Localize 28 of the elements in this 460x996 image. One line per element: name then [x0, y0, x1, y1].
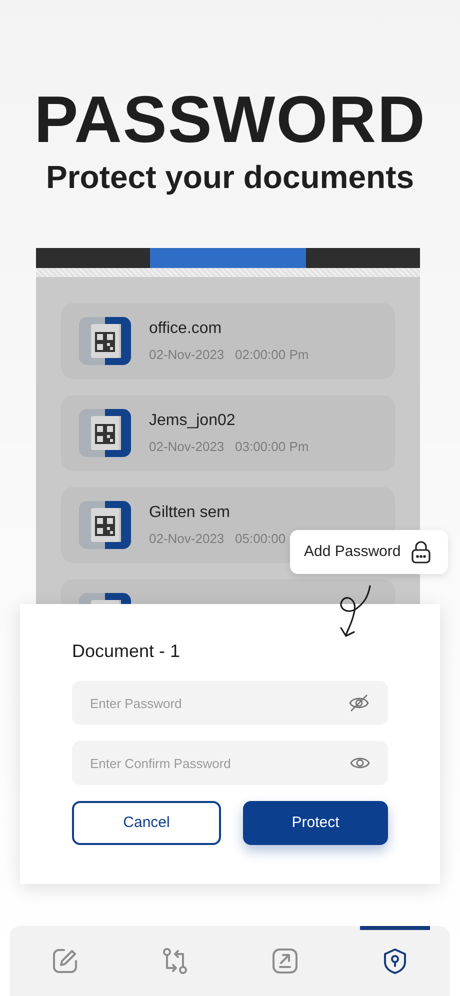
headline: PASSWORD — [33, 81, 427, 152]
cancel-button[interactable]: Cancel — [72, 801, 221, 846]
subheadline: Protect your documents — [44, 160, 416, 196]
qr-thumbnail-icon — [79, 315, 131, 368]
add-password-tooltip[interactable]: Add Password — [290, 530, 448, 574]
tab-segment[interactable] — [36, 248, 150, 268]
document-name: office.com — [149, 319, 223, 340]
qr-thumbnail-icon — [79, 499, 131, 552]
dialog-title: Document - 1 — [72, 640, 182, 664]
document-date-time: 02-Nov-2023 05:00:00 — [149, 530, 286, 548]
lock-icon — [410, 540, 431, 564]
tab-segment[interactable] — [306, 248, 420, 268]
document-name: Jems_jon02 — [149, 411, 236, 432]
password-field[interactable]: Enter Password — [72, 681, 388, 726]
eye-icon[interactable] — [350, 756, 370, 770]
eye-slash-icon[interactable] — [348, 693, 370, 714]
document-date-time: 02-Nov-2023 02:00:00 Pm — [149, 346, 309, 364]
document-name: Giltten sem — [149, 503, 231, 524]
qr-thumbnail-icon — [79, 407, 131, 460]
document-card[interactable]: office.com 02-Nov-2023 02:00:00 Pm — [61, 303, 395, 380]
document-date-time: 02-Nov-2023 03:00:00 Pm — [149, 438, 309, 456]
swap-icon — [162, 948, 188, 974]
shield-key-icon — [383, 948, 407, 974]
edit-icon — [52, 948, 78, 974]
password-field[interactable]: Enter Confirm Password — [72, 741, 388, 786]
document-card[interactable]: Jems_jon02 02-Nov-2023 03:00:00 Pm — [61, 395, 395, 472]
export-icon — [272, 948, 298, 974]
protect-button[interactable]: Protect — [243, 801, 388, 846]
